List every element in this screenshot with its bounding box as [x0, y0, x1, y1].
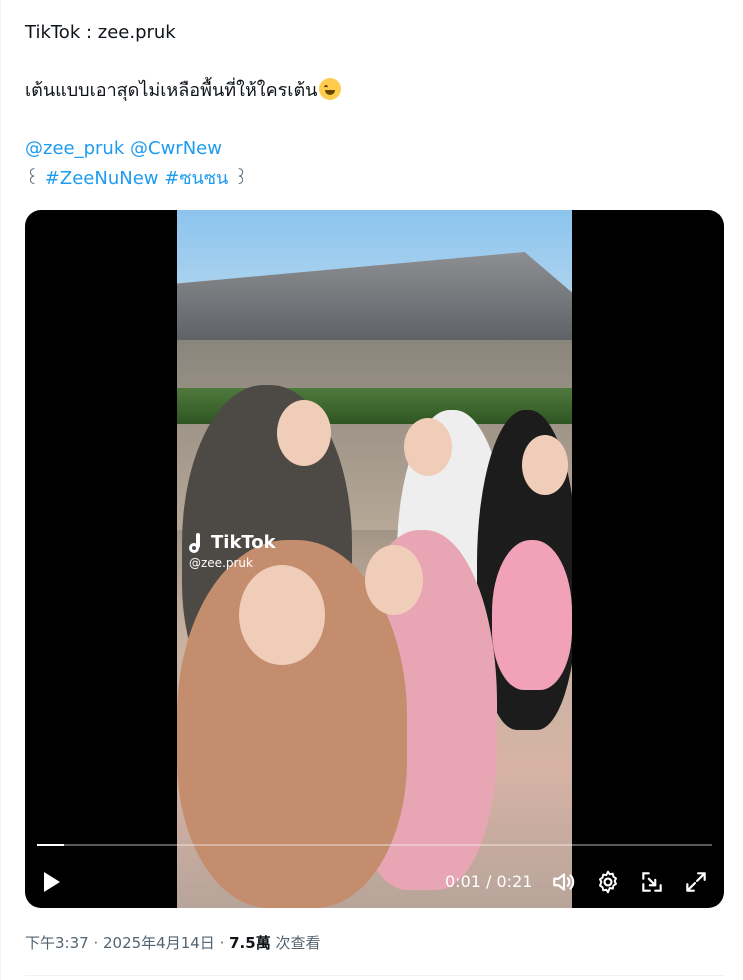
play-icon[interactable]	[39, 870, 63, 894]
divider	[25, 975, 724, 976]
fullscreen-icon[interactable]	[683, 869, 709, 895]
post-time[interactable]: 下午3:37	[25, 934, 89, 952]
person-face	[404, 418, 452, 476]
mention-cwrnew[interactable]: @CwrNew	[130, 138, 222, 159]
picture-in-picture-icon[interactable]	[639, 869, 665, 895]
gear-icon[interactable]	[595, 869, 621, 895]
tweet-meta: 下午3:37 · 2025年4月14日 · 7.5萬 次查看	[25, 932, 320, 953]
progress-bar[interactable]	[37, 844, 712, 846]
tweet-text: TikTok : zee.pruk เต้นแบบเอาสุดไม่เหลือพ…	[25, 18, 725, 194]
time-display: 0:01 / 0:21	[445, 872, 533, 891]
bracket-open: ꒰	[25, 168, 40, 189]
watermark-brand: TikTok	[211, 532, 276, 553]
video-controls: 0:01 / 0:21	[25, 860, 724, 900]
hashtag-zeenunew[interactable]: #ZeeNuNew	[45, 168, 159, 189]
separator: ·	[88, 934, 103, 952]
tweet-line-caption: เต้นแบบเอาสุดไม่เหลือพื้นที่ให้ใครเต้น	[25, 76, 725, 106]
tiktok-logo: TikTok	[189, 532, 276, 553]
watermark-handle: @zee.pruk	[189, 556, 253, 570]
separator: ·	[214, 934, 230, 952]
tweet-line-mentions: @zee_pruk @CwrNew	[25, 134, 725, 164]
volume-icon[interactable]	[551, 869, 577, 895]
person-figure	[492, 540, 572, 690]
caption-text: เต้นแบบเอาสุดไม่เหลือพื้นที่ให้ใครเต้น	[25, 80, 318, 101]
scene-roof	[177, 252, 572, 342]
view-count: 7.5萬	[229, 934, 271, 952]
person-face	[522, 435, 568, 495]
person-face	[239, 565, 325, 665]
person-face	[277, 400, 331, 466]
person-face	[365, 545, 423, 615]
video-player[interactable]: TikTok @zee.pruk 0:01 / 0:21	[25, 210, 724, 908]
tiktok-note-icon	[189, 532, 207, 553]
mention-zee-pruk[interactable]: @zee_pruk	[25, 138, 124, 159]
view-count-label: 次查看	[270, 934, 321, 952]
tweet-line-source: TikTok : zee.pruk	[25, 22, 176, 43]
column-divider	[0, 0, 1, 980]
rolling-on-floor-laughing-emoji-icon	[319, 78, 342, 100]
hashtag-sonson[interactable]: #ซนซน	[164, 168, 228, 189]
tiktok-watermark: TikTok @zee.pruk	[189, 532, 276, 570]
video-frame[interactable]: TikTok @zee.pruk	[177, 210, 572, 908]
progress-fill	[37, 844, 64, 846]
post-date[interactable]: 2025年4月14日	[103, 934, 215, 952]
tweet-line-hashtags: ꒰ #ZeeNuNew #ซนซน ꒱	[25, 164, 725, 194]
bracket-close: ꒱	[234, 168, 249, 189]
